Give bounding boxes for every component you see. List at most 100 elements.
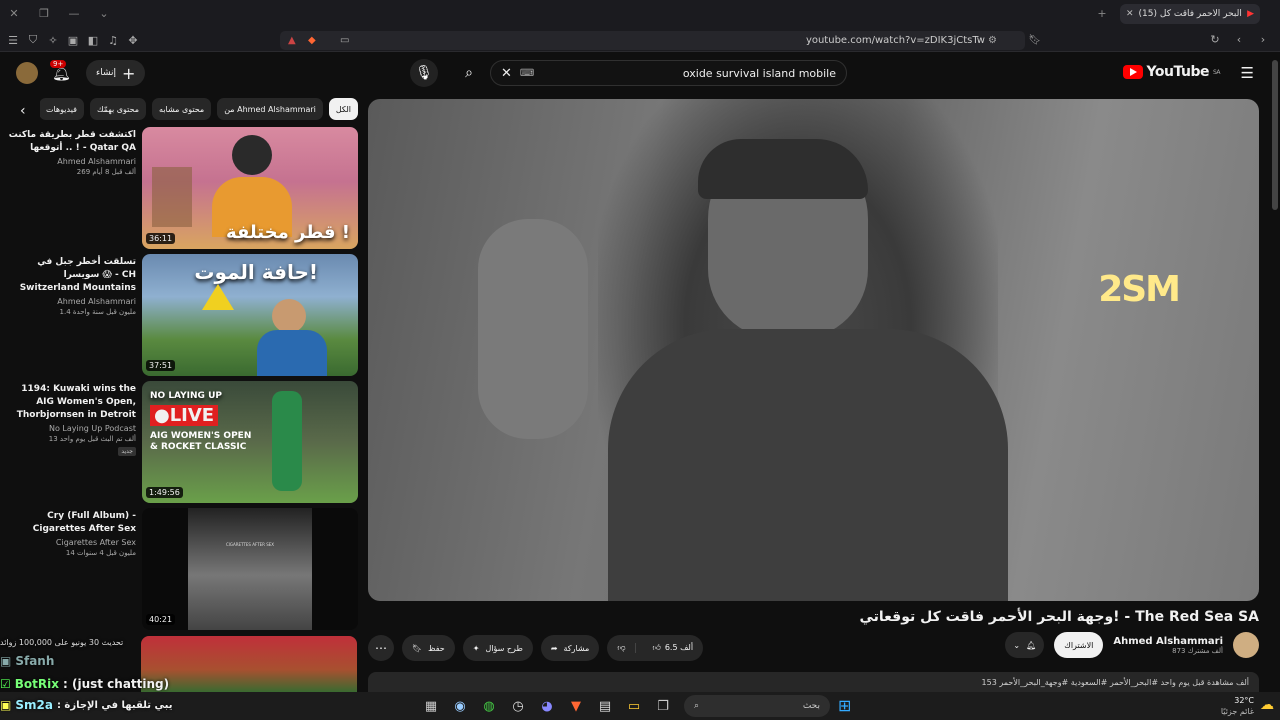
ask-button[interactable]: ✦ طرح سؤال	[462, 635, 533, 661]
restore-window-icon[interactable]: ❐	[36, 7, 52, 20]
chips-scroll-left-icon[interactable]: ‹	[20, 103, 26, 119]
close-window-icon[interactable]: ✕	[6, 7, 22, 20]
share-button[interactable]: ➦ مشاركة	[540, 635, 600, 661]
new-badge: جديد	[118, 447, 136, 456]
logo-text: YouTube	[1146, 64, 1210, 80]
widgets-icon[interactable]: ▦	[420, 695, 442, 717]
screen-icon[interactable]: ▭	[340, 35, 349, 46]
clear-search-icon[interactable]: ✕	[501, 66, 512, 81]
rec-thumbnail[interactable]: NO LAYING UP ●LIVE AIG WOMEN'S OPEN & ROC…	[142, 381, 358, 503]
brave-icon[interactable]: ▼	[565, 695, 587, 717]
search-button[interactable]: ⌕	[455, 59, 483, 87]
notifications-bell-icon[interactable]: 🔔︎ 9+	[50, 60, 71, 82]
rec-channel[interactable]: Ahmed Alshammari	[6, 157, 136, 166]
taskbar-search[interactable]: ⌕ بحث	[684, 695, 830, 717]
weather-widget[interactable]: 32°C غائم جزئيًا	[1221, 695, 1254, 717]
tab-title: (15) وجهة البحر الأحمر فاقت كل	[1138, 9, 1243, 19]
rec-title[interactable]: Cry (Full Album) - Cigarettes After Sex	[6, 510, 136, 536]
minimize-window-icon[interactable]: —	[66, 7, 82, 20]
tab-list-icon[interactable]: ⌄	[96, 7, 112, 20]
store-icon[interactable]: ▤	[594, 695, 616, 717]
description-box[interactable]: 153 ألف مشاهدة قبل يوم واحد #البحر_الأحم…	[368, 672, 1259, 692]
chip-related[interactable]: محتوى مشابه	[152, 98, 212, 120]
search-input[interactable]: ✕ ⌨ oxide survival island mobile	[490, 60, 847, 86]
music-icon[interactable]: ♫	[106, 34, 120, 47]
forward-icon[interactable]: ›	[1256, 33, 1270, 46]
task-view-icon[interactable]: ❐	[652, 695, 674, 717]
create-button[interactable]: إنشاء +	[86, 60, 146, 86]
subscribe-button[interactable]: الاشتراك	[1054, 632, 1104, 658]
weather-desc: غائم جزئيًا	[1220, 707, 1254, 716]
rec-title[interactable]: 1194: Kuwaki wins the AIG Women's Open, …	[6, 383, 136, 422]
extension-icon[interactable]: ✧	[46, 34, 60, 47]
channel-name[interactable]: Ahmed Alshammari	[1113, 636, 1223, 647]
notify-button[interactable]: ⌄ 🔔︎	[1005, 632, 1045, 658]
create-label: إنشاء	[96, 68, 117, 78]
video-player[interactable]: 2SM	[368, 99, 1259, 601]
save-button[interactable]: 🔖︎ حفظ	[402, 635, 455, 661]
puzzle-icon[interactable]: ✥	[126, 34, 140, 47]
close-tab-icon[interactable]: ✕	[1126, 9, 1134, 19]
video-title: وجهة البحر الأحمر فاقت كل توقعاتي! - The…	[859, 609, 1259, 625]
rec-title[interactable]: اكتشفت قطر بطريقة ماكنت أتوقعها .. ! - Q…	[6, 129, 136, 155]
chip-for-you[interactable]: محتوى بهمّك	[89, 98, 147, 120]
bookmark-icon[interactable]: 🔖︎	[1028, 35, 1041, 46]
rec-item[interactable]: NO LAYING UP ●LIVE AIG WOMEN'S OPEN & ROC…	[6, 381, 358, 503]
discord-icon[interactable]: ◕	[536, 695, 558, 717]
search-query: oxide survival island mobile	[682, 66, 836, 80]
rec-item[interactable]: CIGARETTES AFTER SEX 40:21 Cry (Full Alb…	[6, 508, 358, 630]
brave-rewards-icon[interactable]: ◆	[308, 35, 316, 46]
chip-from-channel[interactable]: من Ahmed Alshammari	[217, 98, 323, 120]
search-icon: ⌕	[694, 701, 700, 711]
dislike-button[interactable]: 👎︎	[607, 643, 637, 653]
account-avatar[interactable]	[16, 62, 38, 84]
file-explorer-icon[interactable]: ▭	[623, 695, 645, 717]
active-tab[interactable]: ✕ (15) وجهة البحر الأحمر فاقت كل ▶	[1120, 4, 1260, 24]
brave-shield-icon[interactable]: ▲	[288, 35, 296, 46]
rec-title[interactable]: تسلقت أخطر جبل في سويسرا 😱 - CH Switzerl…	[6, 256, 136, 295]
guide-menu-icon[interactable]: ☰	[1241, 64, 1254, 82]
person-shape	[257, 330, 327, 376]
like-button[interactable]: 👍︎ 6.5 ألف	[642, 643, 703, 653]
window-controls: ✕ ❐ — ⌄	[6, 7, 112, 20]
event-label: AIG WOMEN'S OPEN & ROCKET CLASSIC	[150, 431, 252, 452]
back-icon[interactable]: ‹	[1232, 33, 1246, 46]
windows-start-icon[interactable]: ⊞	[838, 696, 851, 715]
site-settings-icon[interactable]: ⚙	[988, 35, 997, 46]
golfer-shape	[272, 391, 302, 491]
chat-user: Sm2a	[15, 698, 53, 712]
rec-channel[interactable]: No Laying Up Podcast	[6, 424, 136, 433]
keyboard-icon[interactable]: ⌨	[520, 68, 534, 79]
page-scrollbar[interactable]	[1272, 60, 1278, 210]
rec-thumbnail[interactable]: قطر مختلفة ! 36:11	[142, 127, 358, 249]
rec-channel[interactable]: Ahmed Alshammari	[6, 297, 136, 306]
rec-item[interactable]: حافة الموت! 37:51 تسلقت أخطر جبل في سويس…	[6, 254, 358, 376]
thumbnail-overlay-text: NO LAYING UP	[150, 391, 222, 401]
address-bar[interactable]: ▲ ◆ ▭ youtube.com/watch?v=zDIK3jCtsTw ⚙ …	[280, 31, 1041, 50]
rec-item[interactable]: قطر مختلفة ! 36:11 اكتشفت قطر بطريقة ماك…	[6, 127, 358, 249]
voice-search-button[interactable]: 🎙︎	[410, 59, 438, 87]
chip-all[interactable]: الكل	[328, 98, 358, 120]
menu-icon[interactable]: ☰	[6, 34, 20, 47]
youtube-logo[interactable]: YouTube SA	[1122, 64, 1221, 80]
chrome-icon[interactable]: ◍	[478, 695, 500, 717]
toolbar-right-icons: ↻ ‹ ›	[1208, 33, 1270, 46]
clock-app-icon[interactable]: ◷	[507, 695, 529, 717]
microphone-icon: 🎙︎	[415, 65, 433, 81]
rec-thumbnail[interactable]: CIGARETTES AFTER SEX 40:21	[142, 508, 358, 630]
channel-avatar[interactable]	[1233, 632, 1259, 658]
thumbnail-overlay-text: CIGARETTES AFTER SEX	[225, 542, 275, 547]
rec-thumbnail[interactable]: حافة الموت! 37:51	[142, 254, 358, 376]
sidebar-icon[interactable]: ◧	[86, 34, 100, 47]
new-tab-icon[interactable]: +	[1094, 7, 1110, 20]
url-text: youtube.com/watch?v=zDIK3jCtsTw	[805, 35, 985, 46]
steam-icon[interactable]: ◉	[449, 695, 471, 717]
chip-videos[interactable]: فيديوهات	[40, 98, 84, 120]
shield-icon[interactable]: ⛉	[26, 33, 40, 47]
weather-temp: 32°C	[1234, 696, 1254, 705]
rec-channel[interactable]: Cigarettes After Sex	[6, 538, 136, 547]
more-actions-icon[interactable]: ⋯	[368, 635, 394, 661]
wallet-icon[interactable]: ▣	[66, 34, 80, 47]
reload-icon[interactable]: ↻	[1208, 33, 1222, 46]
warning-sign-icon	[202, 284, 234, 310]
